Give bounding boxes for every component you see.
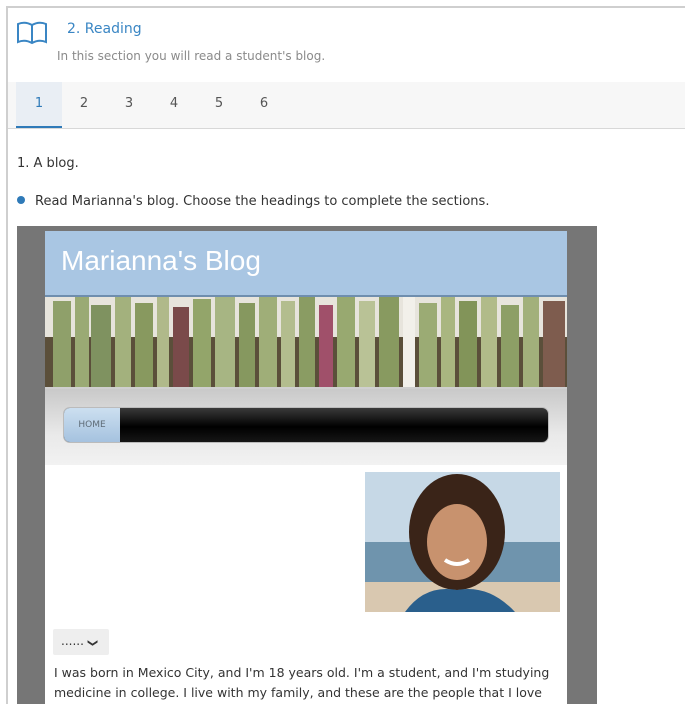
chevron-down-icon: ❯	[87, 638, 99, 648]
nav-home-link[interactable]: HOME	[64, 408, 120, 442]
blog-page: Marianna's Blog HOME ...... ❯ I was born…	[45, 231, 567, 704]
bullet-icon	[17, 196, 25, 204]
activity-frame: 2. Reading In this section you will read…	[6, 6, 685, 704]
book-icon	[17, 21, 47, 45]
blog-banner-image	[45, 297, 567, 389]
tab-1[interactable]: 1	[16, 82, 62, 128]
tab-5[interactable]: 5	[196, 82, 242, 128]
blog-header: Marianna's Blog	[45, 231, 567, 297]
tab-6[interactable]: 6	[241, 82, 287, 128]
instruction: Read Marianna's blog. Choose the heading…	[17, 194, 489, 209]
heading-dropdown[interactable]: ...... ❯	[53, 629, 109, 655]
blogger-photo	[365, 472, 560, 612]
section-header: 2. Reading In this section you will read…	[8, 8, 685, 76]
tab-4[interactable]: 4	[151, 82, 197, 128]
blog-navbar: HOME	[63, 407, 549, 443]
blog-panel: Marianna's Blog HOME ...... ❯ I was born…	[17, 226, 597, 704]
section-subtitle: In this section you will read a student'…	[57, 49, 326, 63]
instruction-text: Read Marianna's blog. Choose the heading…	[35, 194, 490, 209]
blog-paragraph: I was born in Mexico City, and I'm 18 ye…	[54, 665, 550, 700]
section-title: 2. Reading	[67, 21, 142, 37]
tab-3[interactable]: 3	[106, 82, 152, 128]
step-tabs: 1 2 3 4 5 6	[8, 82, 685, 129]
activity-title: 1. A blog.	[17, 156, 79, 171]
tab-2[interactable]: 2	[61, 82, 107, 128]
blog-title: Marianna's Blog	[61, 245, 261, 276]
blog-nav-area: HOME	[45, 389, 567, 465]
